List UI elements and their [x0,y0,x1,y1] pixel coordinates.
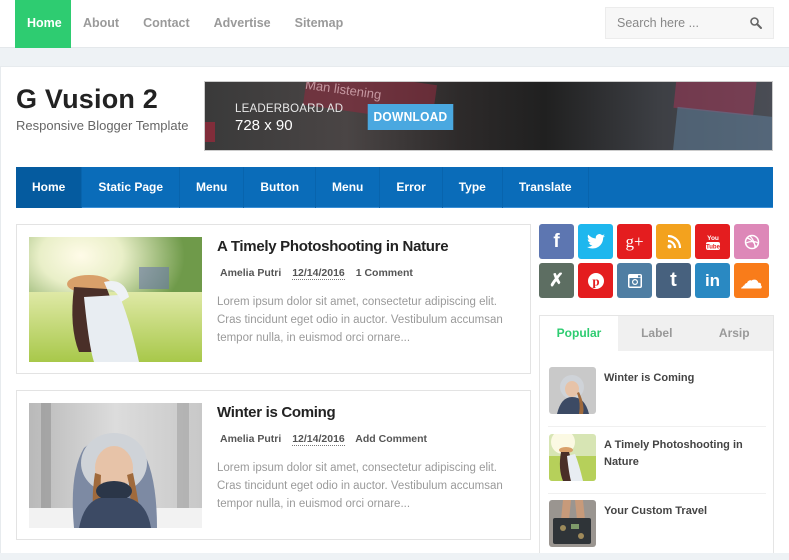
ad-background-shape [205,122,215,142]
topnav-home[interactable]: Home [15,0,71,48]
popular-post-title[interactable]: Winter is Coming [604,370,759,387]
twitter-bird-icon [586,234,605,249]
mainnav-type[interactable]: Type [443,167,503,208]
google-plus-icon[interactable]: g+ [617,224,652,259]
search-icon[interactable] [749,16,763,30]
instagram-icon[interactable] [617,263,652,298]
mainnav-translate[interactable]: Translate [503,167,589,208]
mainnav-static-page[interactable]: Static Page [82,167,181,208]
popular-post-thumbnail[interactable] [549,367,596,414]
rss-glyph [667,234,681,248]
svg-text:You: You [707,235,719,242]
woman-in-meadow-photo [549,434,596,481]
post-date[interactable]: 12/14/2016 [292,433,345,446]
popular-post-thumbnail[interactable] [549,500,596,547]
popular-post-item[interactable]: Your Custom Travel [548,500,766,560]
tab-arsip[interactable]: Arsip [696,316,774,351]
post-author[interactable]: Amelia Putri [220,267,281,279]
top-bar: Home About Contact Advertise Sitemap [0,0,789,48]
popular-post-thumbnail[interactable] [549,434,596,481]
post-meta: Amelia Putri 12/14/2016 Add Comment [220,433,435,446]
svg-text:p: p [592,273,599,288]
ad-label: LEADERBOARD AD [235,103,344,115]
woman-in-snow-photo [29,403,202,528]
widget-tabs: Popular Label Arsip [540,316,773,351]
post-meta: Amelia Putri 12/14/2016 1 Comment [220,267,421,280]
mainnav-menu[interactable]: Menu [180,167,245,208]
pinterest-icon[interactable]: p [578,263,613,298]
post-title[interactable]: A Timely Photoshooting in Nature [217,238,449,255]
search-box [605,7,774,39]
post-excerpt: Lorem ipsum dolor sit amet, consectetur … [217,296,503,344]
youtube-glyph: You Tube [705,235,721,250]
post-thumbnail[interactable] [29,237,202,362]
woman-in-meadow-photo [29,237,202,362]
youtube-icon[interactable]: You Tube [695,224,730,259]
dribbble-glyph [744,234,759,249]
popular-post-item[interactable]: Winter is Coming [548,367,766,427]
twitter-icon[interactable] [578,224,613,259]
leaderboard-ad[interactable]: Man listening LEADERBOARD AD 728 x 90 DO… [204,81,773,151]
post-comments[interactable]: Add Comment [355,433,427,445]
instagram-glyph [627,273,642,288]
woman-in-snow-photo [549,367,596,414]
pinterest-glyph: p [587,272,604,289]
tab-popular[interactable]: Popular [540,316,618,351]
topnav-contact[interactable]: Contact [131,0,202,48]
topnav-sitemap[interactable]: Sitemap [283,0,356,48]
travel-suitcase-photo [549,500,596,547]
post-excerpt: Lorem ipsum dolor sit amet, consectetur … [217,462,503,510]
deviantart-icon[interactable]: ✗ [539,263,574,298]
topnav-advertise[interactable]: Advertise [202,0,283,48]
popular-post-item[interactable]: A Timely Photoshooting in Nature [548,434,766,494]
social-icons: f g+ You Tube ✗ p t in ☁ [539,224,773,298]
mainnav-error[interactable]: Error [380,167,443,208]
main-navigation: Home Static Page Menu Button Menu Error … [16,167,773,208]
site-description: Responsive Blogger Template [16,118,189,133]
post-card: A Timely Photoshooting in Nature Amelia … [16,224,531,374]
popular-post-title[interactable]: A Timely Photoshooting in Nature [604,437,759,471]
tab-label[interactable]: Label [618,316,696,351]
popular-posts-widget: Popular Label Arsip Winter is Coming A T… [539,315,774,553]
post-author[interactable]: Amelia Putri [220,433,281,445]
tumblr-icon[interactable]: t [656,263,691,298]
post-date[interactable]: 12/14/2016 [292,267,345,280]
post-comments[interactable]: 1 Comment [356,267,413,279]
download-button[interactable]: DOWNLOAD [367,104,454,130]
mainnav-menu-2[interactable]: Menu [316,167,381,208]
linkedin-icon[interactable]: in [695,263,730,298]
top-navigation: Home About Contact Advertise Sitemap [15,0,355,48]
ad-background-shape [672,106,772,150]
dribbble-icon[interactable] [734,224,769,259]
rss-icon[interactable] [656,224,691,259]
svg-text:Tube: Tube [706,244,721,250]
popular-post-title[interactable]: Your Custom Travel [604,503,759,520]
post-card: Winter is Coming Amelia Putri 12/14/2016… [16,390,531,540]
facebook-icon[interactable]: f [539,224,574,259]
mainnav-button[interactable]: Button [244,167,317,208]
soundcloud-icon[interactable]: ☁ [734,263,769,298]
mainnav-home[interactable]: Home [16,167,83,208]
topnav-about[interactable]: About [71,0,131,48]
post-thumbnail[interactable] [29,403,202,528]
ad-size: 728 x 90 [235,117,293,134]
post-title[interactable]: Winter is Coming [217,404,336,421]
search-input[interactable] [606,8,746,38]
site-title[interactable]: G Vusion 2 [16,84,158,115]
